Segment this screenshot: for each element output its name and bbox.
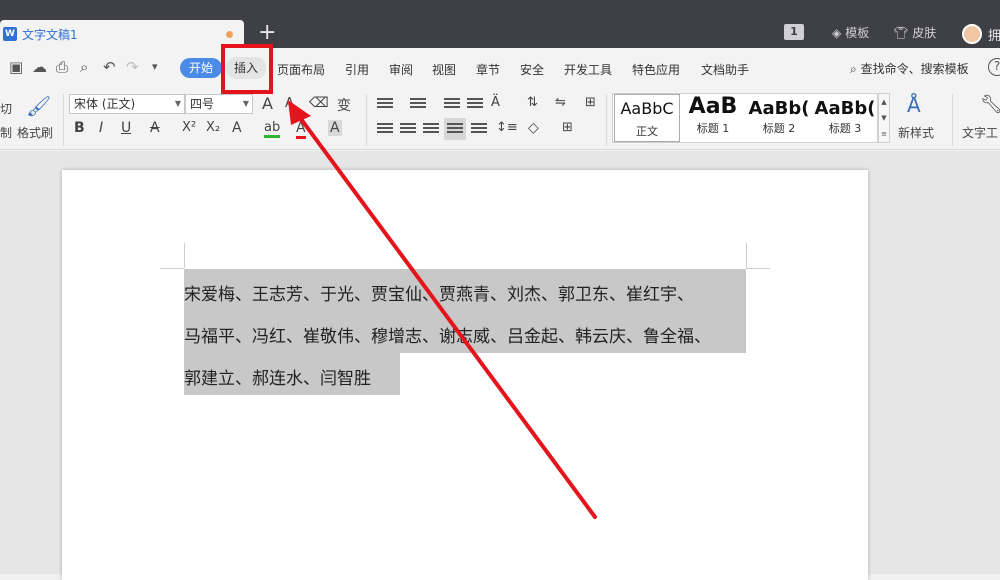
annotation-arrow: [288, 100, 597, 519]
